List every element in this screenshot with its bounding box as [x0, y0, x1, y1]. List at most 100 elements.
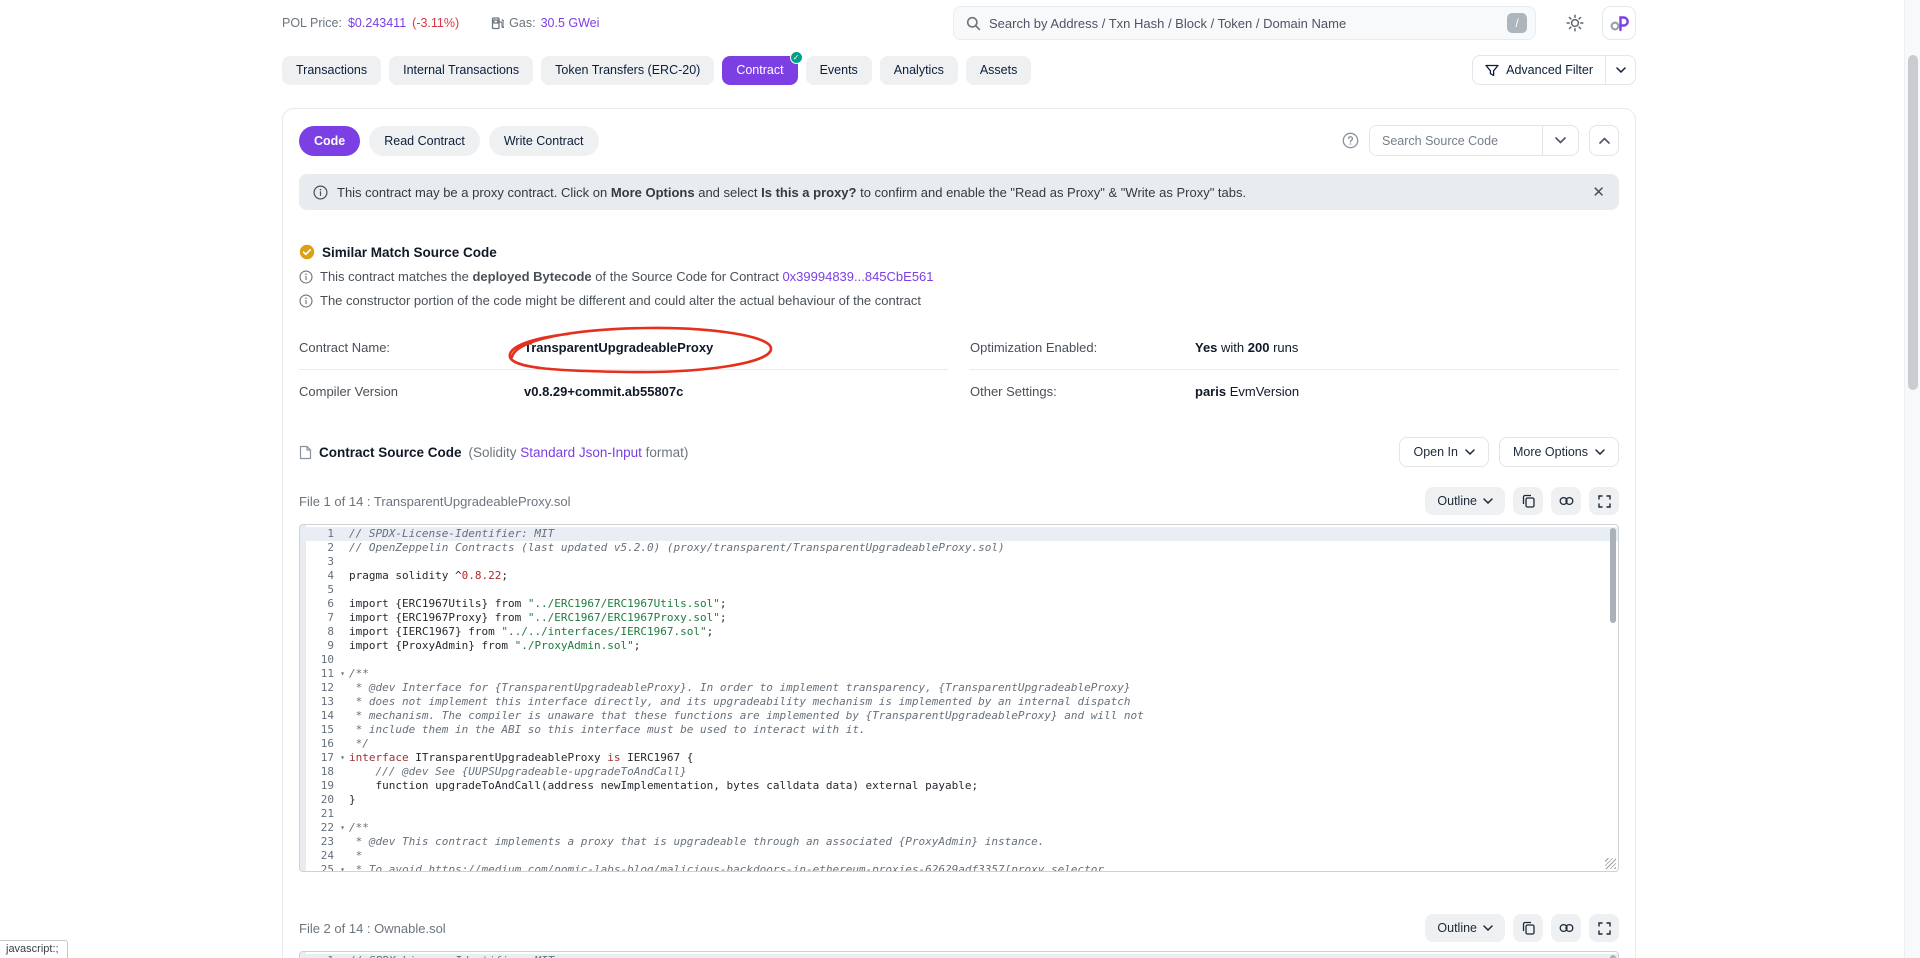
- verified-check-badge: ✓: [790, 51, 803, 64]
- file-2-title: File 2 of 14 : Ownable.sol: [299, 921, 446, 936]
- tab-code[interactable]: Code: [299, 126, 360, 156]
- open-in-button[interactable]: Open In: [1399, 437, 1488, 467]
- line-number[interactable]: 7: [300, 611, 336, 625]
- line-number[interactable]: 17: [300, 751, 336, 765]
- info-icon: [299, 270, 313, 284]
- contract-name-label: Contract Name:: [299, 340, 524, 355]
- fold-caret-icon[interactable]: ▾: [336, 751, 349, 765]
- tab-write-contract[interactable]: Write Contract: [489, 126, 599, 156]
- fold-spacer: [336, 807, 349, 821]
- permalink-icon[interactable]: [1551, 914, 1581, 942]
- line-number[interactable]: 4: [300, 569, 336, 583]
- line-number[interactable]: 11: [300, 667, 336, 681]
- page-scrollbar-thumb[interactable]: [1908, 55, 1918, 390]
- theme-toggle-button[interactable]: [1560, 8, 1590, 38]
- outline-button[interactable]: Outline: [1425, 487, 1505, 515]
- fold-caret-icon[interactable]: ▾: [336, 667, 349, 681]
- line-number[interactable]: 22: [300, 821, 336, 835]
- code-line: 6import {ERC1967Utils} from "../ERC1967/…: [300, 597, 1618, 611]
- line-number[interactable]: 12: [300, 681, 336, 695]
- tab-token-transfers-erc-20[interactable]: Token Transfers (ERC-20): [541, 56, 714, 85]
- fullscreen-icon[interactable]: [1589, 487, 1619, 515]
- line-number[interactable]: 18: [300, 765, 336, 779]
- fullscreen-icon[interactable]: [1589, 914, 1619, 942]
- line-number[interactable]: 16: [300, 737, 336, 751]
- line-number[interactable]: 1: [300, 954, 336, 958]
- fold-spacer: [336, 583, 349, 597]
- close-icon[interactable]: ✕: [1592, 185, 1605, 200]
- tab-analytics[interactable]: Analytics: [880, 56, 958, 85]
- page-scrollbar[interactable]: [1904, 0, 1920, 958]
- copy-icon[interactable]: [1513, 914, 1543, 942]
- line-number[interactable]: 23: [300, 835, 336, 849]
- line-number[interactable]: 3: [300, 555, 336, 569]
- similar-match-section: Similar Match Source Code This contract …: [299, 244, 1619, 308]
- code-line: 17▾interface ITransparentUpgradeableProx…: [300, 751, 1618, 765]
- pol-price-value[interactable]: $0.243411: [348, 16, 406, 30]
- advanced-filter-dropdown[interactable]: [1605, 56, 1635, 84]
- fold-spacer: [336, 779, 349, 793]
- gas-value[interactable]: 30.5 GWei: [541, 16, 600, 30]
- help-icon[interactable]: [1342, 132, 1359, 149]
- match-check-icon: [299, 244, 315, 260]
- resize-handle[interactable]: [1605, 858, 1616, 869]
- line-number[interactable]: 21: [300, 807, 336, 821]
- code-line: 1// SPDX-License-Identifier: MIT: [300, 954, 1618, 958]
- code-line: 25▾ * To avoid https://medium.com/nomic-…: [300, 863, 1618, 872]
- tab-internal-transactions[interactable]: Internal Transactions: [389, 56, 533, 85]
- proxy-notice-banner: This contract may be a proxy contract. C…: [299, 174, 1619, 210]
- line-number[interactable]: 2: [300, 541, 336, 555]
- similar-match-title: Similar Match Source Code: [322, 245, 497, 260]
- line-number[interactable]: 20: [300, 793, 336, 807]
- code-line: 7import {ERC1967Proxy} from "../ERC1967/…: [300, 611, 1618, 625]
- json-input-format-link[interactable]: Standard Json-Input: [520, 445, 642, 460]
- search-next-match-button[interactable]: [1542, 126, 1578, 155]
- matched-contract-link[interactable]: 0x39994839...845CbE561: [782, 269, 933, 284]
- line-number[interactable]: 8: [300, 625, 336, 639]
- copy-icon[interactable]: [1513, 487, 1543, 515]
- outline-button[interactable]: Outline: [1425, 914, 1505, 942]
- line-number[interactable]: 5: [300, 583, 336, 597]
- search-input[interactable]: [989, 16, 1499, 31]
- constructor-note-line: The constructor portion of the code migh…: [299, 293, 1619, 308]
- line-number[interactable]: 9: [300, 639, 336, 653]
- code-line: 16 */: [300, 737, 1618, 751]
- line-number[interactable]: 24: [300, 849, 336, 863]
- line-number[interactable]: 14: [300, 709, 336, 723]
- search-shortcut-key: /: [1507, 13, 1527, 33]
- tab-read-contract[interactable]: Read Contract: [369, 126, 480, 156]
- more-options-button[interactable]: More Options: [1499, 437, 1619, 467]
- line-number[interactable]: 15: [300, 723, 336, 737]
- code-text: * include them in the ABI so this interf…: [349, 723, 866, 737]
- tab-assets[interactable]: Assets: [966, 56, 1032, 85]
- code-viewer-file-2[interactable]: 1// SPDX-License-Identifier: MIT2// Open…: [299, 951, 1619, 958]
- advanced-filter-button[interactable]: Advanced Filter: [1472, 55, 1636, 85]
- fold-caret-icon[interactable]: ▾: [336, 863, 349, 872]
- proxy-notice-text: This contract may be a proxy contract. C…: [337, 185, 1583, 200]
- tab-events[interactable]: Events: [806, 56, 872, 85]
- collapse-section-button[interactable]: [1589, 125, 1619, 156]
- code-text: *: [349, 849, 362, 863]
- permalink-icon[interactable]: [1551, 487, 1581, 515]
- fold-spacer: [336, 569, 349, 583]
- fold-spacer: [336, 954, 349, 958]
- search-source-code-input[interactable]: [1370, 126, 1542, 155]
- code-line: 13 * does not implement this interface d…: [300, 695, 1618, 709]
- tab-contract[interactable]: Contract✓: [722, 56, 797, 85]
- line-number[interactable]: 25: [300, 863, 336, 872]
- line-number[interactable]: 19: [300, 779, 336, 793]
- polygonscan-logo-button[interactable]: [1602, 6, 1636, 40]
- fold-spacer: [336, 527, 349, 541]
- code-scrollbar[interactable]: [1610, 528, 1616, 623]
- global-search[interactable]: /: [953, 6, 1536, 40]
- line-number[interactable]: 6: [300, 597, 336, 611]
- line-number[interactable]: 1: [300, 527, 336, 541]
- code-viewer-file-1[interactable]: 1// SPDX-License-Identifier: MIT2// Open…: [299, 524, 1619, 872]
- fold-caret-icon[interactable]: ▾: [336, 821, 349, 835]
- line-number[interactable]: 10: [300, 653, 336, 667]
- line-number[interactable]: 13: [300, 695, 336, 709]
- code-line: 10: [300, 653, 1618, 667]
- tab-transactions[interactable]: Transactions: [282, 56, 381, 85]
- code-text: interface ITransparentUpgradeableProxy i…: [349, 751, 693, 765]
- bytecode-match-line: This contract matches the deployed Bytec…: [299, 269, 1619, 284]
